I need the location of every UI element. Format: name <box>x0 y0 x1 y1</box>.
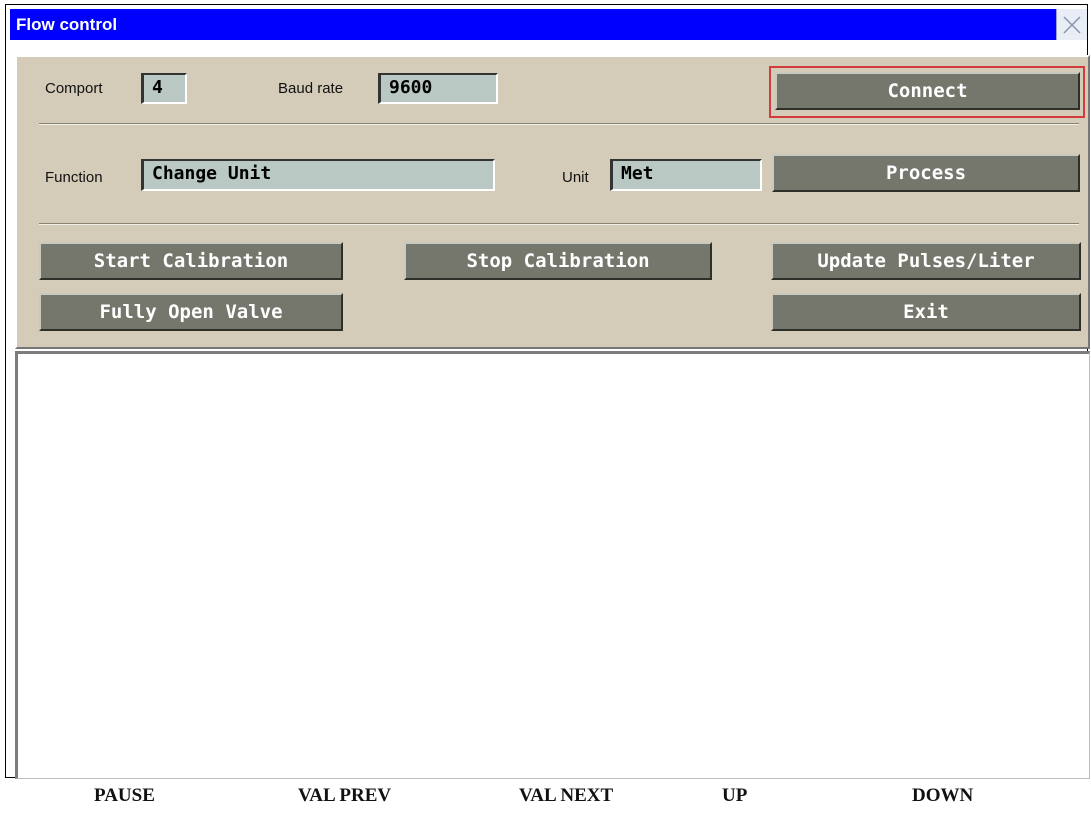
control-panel: Comport 4 Baud rate 9600 Connect Functio… <box>15 55 1090 349</box>
val-prev-key[interactable]: VAL PREV <box>298 785 391 807</box>
title-bar[interactable]: Flow control <box>10 9 1087 40</box>
divider <box>39 223 1079 225</box>
start-calibration-button[interactable]: Start Calibration <box>39 242 343 280</box>
divider <box>39 123 1079 125</box>
baud-rate-label: Baud rate <box>278 80 344 97</box>
comport-field[interactable]: 4 <box>141 73 187 104</box>
down-key[interactable]: DOWN <box>912 785 973 807</box>
baud-rate-field[interactable]: 9600 <box>378 73 498 104</box>
exit-button[interactable]: Exit <box>771 293 1081 331</box>
close-icon <box>1063 15 1081 34</box>
stop-calibration-button[interactable]: Stop Calibration <box>404 242 712 280</box>
bottom-key-bar: PAUSE VAL PREV VAL NEXT UP DOWN <box>0 785 1091 815</box>
output-area[interactable] <box>15 351 1090 779</box>
flow-control-window: Flow control Comport 4 Baud rate 9600 Co… <box>5 4 1090 779</box>
up-key[interactable]: UP <box>722 785 747 807</box>
function-label: Function <box>45 169 103 186</box>
unit-label: Unit <box>562 169 589 186</box>
connect-button[interactable]: Connect <box>775 72 1080 110</box>
unit-field[interactable]: Met <box>610 159 762 191</box>
pause-key[interactable]: PAUSE <box>94 785 155 807</box>
fully-open-valve-button[interactable]: Fully Open Valve <box>39 293 343 331</box>
function-field[interactable]: Change Unit <box>141 159 495 191</box>
val-next-key[interactable]: VAL NEXT <box>519 785 613 807</box>
comport-label: Comport <box>45 80 103 97</box>
close-button[interactable] <box>1056 9 1087 40</box>
window-title: Flow control <box>16 15 118 34</box>
process-button[interactable]: Process <box>772 154 1080 192</box>
update-pulses-liter-button[interactable]: Update Pulses/Liter <box>771 242 1081 280</box>
